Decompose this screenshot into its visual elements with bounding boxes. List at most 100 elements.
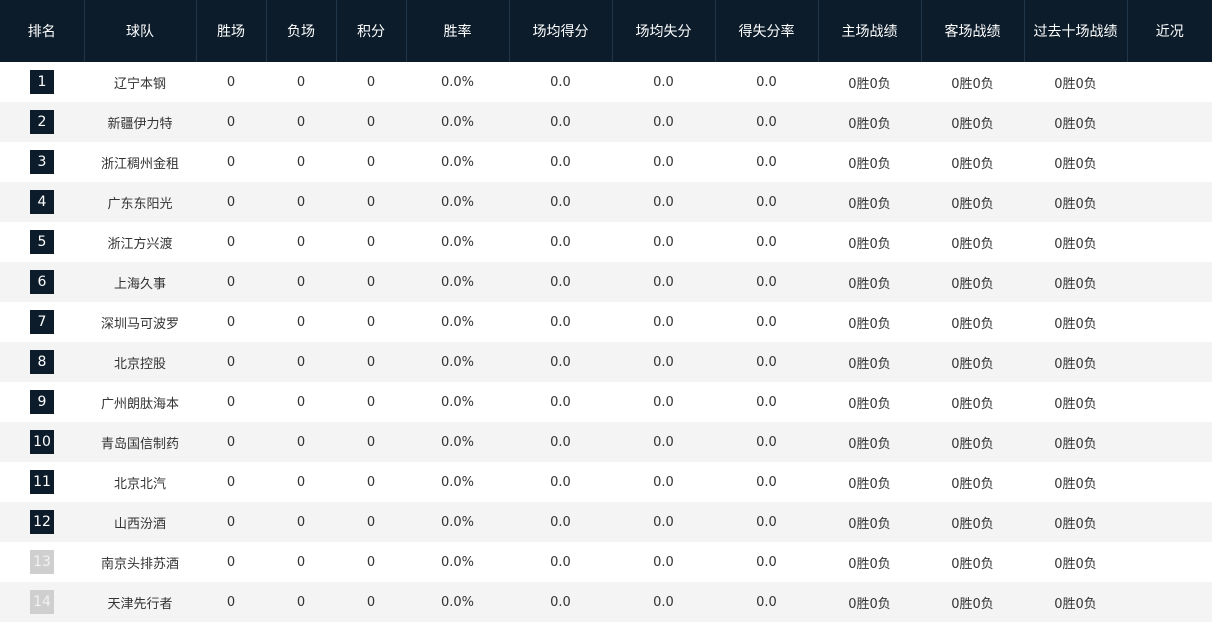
header-last10-record[interactable]: 过去十场战绩 [1024,0,1128,62]
losses-cell: 0 [296,474,306,490]
table-row[interactable]: 8 北京控股 0 0 0 0.0% 0.0 0.0 0.0 0胜0负 0胜0负 0胜0负 [0,342,1212,382]
table-row[interactable]: 11 北京北汽 0 0 0 0.0% 0.0 0.0 0.0 0胜0负 0胜0负 0胜0负 [0,462,1212,502]
losses-cell: 0 [296,74,306,90]
rank-badge: 14 [30,590,54,614]
away-record-cell: 0胜0负 [951,76,994,92]
header-avg-scored[interactable]: 场均得分 [509,0,613,62]
team-name[interactable]: 广东东阳光 [84,182,196,222]
rank-cell: 11 [0,462,84,502]
table-row[interactable]: 2 新疆伊力特 0 0 0 0.0% 0.0 0.0 0.0 0胜0负 0胜0负 0胜0负 [0,102,1212,142]
team-name[interactable]: 山西汾酒 [84,502,196,542]
header-wins[interactable]: 胜场 [196,0,267,62]
rank-badge: 2 [30,110,54,134]
wins-cell: 0 [226,274,236,290]
recent-form-cell [1127,182,1212,222]
rank-badge: 12 [30,510,54,534]
table-row[interactable]: 5 浙江方兴渡 0 0 0 0.0% 0.0 0.0 0.0 0胜0负 0胜0负 0胜0负 [0,222,1212,262]
header-rank[interactable]: 排名 [0,0,85,62]
team-name[interactable]: 青岛国信制药 [84,422,196,462]
rank-cell: 6 [0,262,84,302]
rank-cell: 5 [0,222,84,262]
recent-form-cell [1127,382,1212,422]
losses-cell: 0 [296,394,306,410]
team-name[interactable]: 浙江稠州金租 [84,142,196,182]
team-name[interactable]: 北京北汽 [84,462,196,502]
wins-cell: 0 [226,594,236,610]
avg-allowed-cell: 0.0 [653,434,674,450]
team-name[interactable]: 上海久事 [84,262,196,302]
table-row[interactable]: 7 深圳马可波罗 0 0 0 0.0% 0.0 0.0 0.0 0胜0负 0胜0负 0胜0负 [0,302,1212,342]
losses-cell: 0 [296,274,306,290]
header-team[interactable]: 球队 [84,0,197,62]
table-row[interactable]: 9 广州朗肽海本 0 0 0 0.0% 0.0 0.0 0.0 0胜0负 0胜0负 0胜0负 [0,382,1212,422]
table-row[interactable]: 3 浙江稠州金租 0 0 0 0.0% 0.0 0.0 0.0 0胜0负 0胜0负 0胜0负 [0,142,1212,182]
table-row[interactable]: 6 上海久事 0 0 0 0.0% 0.0 0.0 0.0 0胜0负 0胜0负 0胜0负 [0,262,1212,302]
points-cell: 0 [366,434,376,450]
rank-badge: 3 [30,150,54,174]
last10-record-cell: 0胜0负 [1054,436,1097,452]
wins-cell: 0 [226,434,236,450]
away-record-cell: 0胜0负 [951,596,994,612]
avg-allowed-cell: 0.0 [653,194,674,210]
last10-record-cell: 0胜0负 [1054,116,1097,132]
home-record-cell: 0胜0负 [848,396,891,412]
score-ratio-cell: 0.0 [756,314,777,330]
rank-cell: 9 [0,382,84,422]
team-name[interactable]: 广州朗肽海本 [84,382,196,422]
home-record-cell: 0胜0负 [848,76,891,92]
score-ratio-cell: 0.0 [756,434,777,450]
home-record-cell: 0胜0负 [848,156,891,172]
rank-cell: 10 [0,422,84,462]
rank-badge: 4 [30,190,54,214]
recent-form-cell [1127,542,1212,582]
team-name[interactable]: 深圳马可波罗 [84,302,196,342]
header-recent[interactable]: 近况 [1127,0,1212,62]
header-home-record[interactable]: 主场战绩 [818,0,922,62]
header-points[interactable]: 积分 [336,0,407,62]
recent-form-cell [1127,102,1212,142]
away-record-cell: 0胜0负 [951,236,994,252]
last10-record-cell: 0胜0负 [1054,356,1097,372]
table-row[interactable]: 13 南京头排苏酒 0 0 0 0.0% 0.0 0.0 0.0 0胜0负 0胜0负 0胜0负 [0,542,1212,582]
avg-scored-cell: 0.0 [550,274,571,290]
table-row[interactable]: 14 天津先行者 0 0 0 0.0% 0.0 0.0 0.0 0胜0负 0胜0负 0胜0负 [0,582,1212,622]
table-row[interactable]: 1 辽宁本钢 0 0 0 0.0% 0.0 0.0 0.0 0胜0负 0胜0负 0胜0负 [0,62,1212,102]
avg-allowed-cell: 0.0 [653,354,674,370]
home-record-cell: 0胜0负 [848,196,891,212]
points-cell: 0 [366,514,376,530]
recent-form-cell [1127,422,1212,462]
wins-cell: 0 [226,114,236,130]
rank-cell: 3 [0,142,84,182]
losses-cell: 0 [296,194,306,210]
win-rate-cell: 0.0% [440,74,475,90]
team-name[interactable]: 北京控股 [84,342,196,382]
last10-record-cell: 0胜0负 [1054,556,1097,572]
team-name[interactable]: 南京头排苏酒 [84,542,196,582]
last10-record-cell: 0胜0负 [1054,196,1097,212]
avg-allowed-cell: 0.0 [653,594,674,610]
header-away-record[interactable]: 客场战绩 [921,0,1025,62]
header-win-rate[interactable]: 胜率 [406,0,510,62]
team-name[interactable]: 浙江方兴渡 [84,222,196,262]
points-cell: 0 [366,354,376,370]
table-row[interactable]: 4 广东东阳光 0 0 0 0.0% 0.0 0.0 0.0 0胜0负 0胜0负 0胜0负 [0,182,1212,222]
header-losses[interactable]: 负场 [266,0,337,62]
recent-form-cell [1127,462,1212,502]
rank-badge: 6 [30,270,54,294]
table-row[interactable]: 10 青岛国信制药 0 0 0 0.0% 0.0 0.0 0.0 0胜0负 0胜0负 0胜0负 [0,422,1212,462]
win-rate-cell: 0.0% [440,434,475,450]
header-avg-allowed[interactable]: 场均失分 [612,0,716,62]
team-name[interactable]: 辽宁本钢 [84,62,196,102]
recent-form-cell [1127,142,1212,182]
home-record-cell: 0胜0负 [848,556,891,572]
home-record-cell: 0胜0负 [848,356,891,372]
losses-cell: 0 [296,314,306,330]
header-score-ratio[interactable]: 得失分率 [715,0,819,62]
team-name[interactable]: 天津先行者 [84,582,196,622]
recent-form-cell [1127,582,1212,622]
wins-cell: 0 [226,194,236,210]
table-row[interactable]: 12 山西汾酒 0 0 0 0.0% 0.0 0.0 0.0 0胜0负 0胜0负 0胜0负 [0,502,1212,542]
team-name[interactable]: 新疆伊力特 [84,102,196,142]
standings-table: 排名 球队 胜场 负场 积分 胜率 场均得分 场均失分 得失分率 主场战绩 客场… [0,0,1212,622]
recent-form-cell [1127,302,1212,342]
